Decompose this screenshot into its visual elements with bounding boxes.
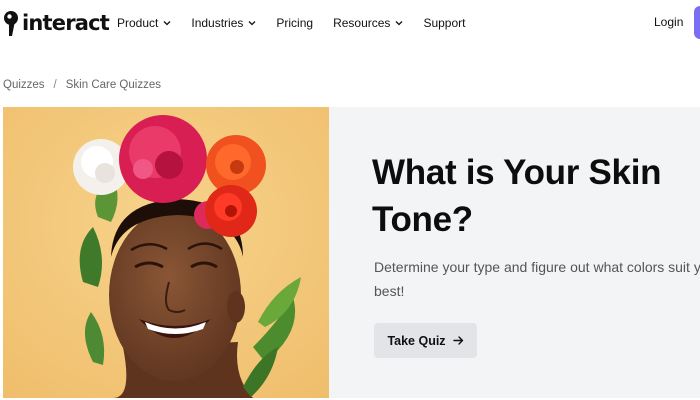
quiz-title: What is Your Skin Tone? <box>372 149 692 243</box>
breadcrumb: Quizzes / Skin Care Quizzes <box>3 79 161 91</box>
nav-pricing-label: Pricing <box>276 16 314 30</box>
breadcrumb-separator: / <box>53 79 57 91</box>
top-nav-bar: interact Product Industries Pricing Reso… <box>0 0 700 46</box>
nav-support-label: Support <box>423 16 466 30</box>
nav-resources[interactable]: Resources <box>333 15 403 31</box>
nav-resources-label: Resources <box>333 16 391 30</box>
nav-product[interactable]: Product <box>117 15 171 31</box>
brand-name: interact <box>22 11 110 35</box>
hero-photo <box>3 107 329 398</box>
take-quiz-label: Take Quiz <box>387 333 446 348</box>
quiz-title-line-1: What is Your Skin <box>372 153 662 192</box>
interact-logo-icon <box>4 11 18 36</box>
breadcrumb-quizzes[interactable]: Quizzes <box>3 79 45 91</box>
nav-product-label: Product <box>117 16 159 30</box>
chevron-down-icon <box>248 21 256 26</box>
nav-pricing[interactable]: Pricing <box>276 15 313 31</box>
brand-logo[interactable]: interact <box>3 9 110 37</box>
nav-industries-label: Industries <box>191 16 244 30</box>
quiz-description-line-2: best! <box>374 283 405 299</box>
nav-industries[interactable]: Industries <box>191 15 256 31</box>
breadcrumb-skin-care-quizzes[interactable]: Skin Care Quizzes <box>66 79 161 91</box>
quiz-description-line-1: Determine your type and figure out what … <box>374 259 700 275</box>
main-nav: Product Industries Pricing Resources Sup… <box>117 15 485 31</box>
arrow-right-icon <box>452 336 463 345</box>
chevron-down-icon <box>395 21 403 26</box>
nav-support[interactable]: Support <box>423 15 465 31</box>
login-link[interactable]: Login <box>654 15 683 29</box>
quiz-title-line-2: Tone? <box>372 200 473 239</box>
chevron-down-icon <box>163 21 171 26</box>
signup-button-edge[interactable] <box>694 6 700 39</box>
take-quiz-button[interactable]: Take Quiz <box>374 323 477 358</box>
quiz-description: Determine your type and figure out what … <box>374 255 700 303</box>
quiz-hero: What is Your Skin Tone? Determine your t… <box>3 107 700 398</box>
